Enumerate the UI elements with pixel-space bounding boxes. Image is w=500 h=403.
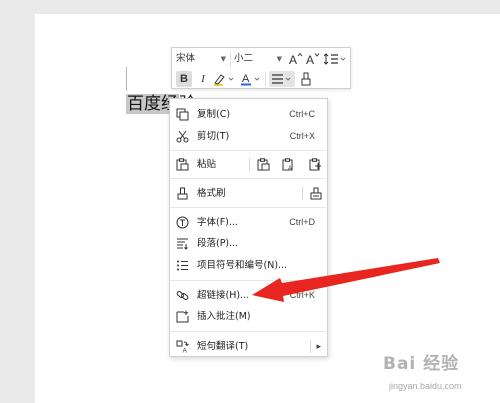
menu-divider — [171, 331, 326, 332]
menu-label: 格式刷 — [197, 188, 226, 199]
menu-label: 插入批注(M) — [197, 311, 251, 322]
text-cursor-line — [126, 67, 127, 91]
watermark-url: jingyan.baidu.com — [389, 381, 462, 391]
highlighter-icon — [214, 74, 234, 86]
bold-button[interactable]: B — [176, 71, 192, 87]
menu-item-paragraph[interactable]: 段落(P)... — [170, 234, 327, 253]
menu-shortcut: Ctrl+D — [289, 217, 315, 227]
chevron-down-icon: ▼ — [276, 55, 282, 63]
svg-text:A: A — [306, 53, 314, 67]
menu-vertical-separator — [249, 158, 250, 171]
menu-shortcut: Ctrl+K — [289, 290, 315, 300]
menu-item-bullets[interactable]: 项目符号和编号(N)... — [170, 256, 327, 275]
format-painter-toolbar-button[interactable] — [299, 71, 315, 87]
menu-label: 剪切(T) — [197, 131, 230, 142]
chevron-down-icon: ▼ — [220, 55, 226, 63]
format-painter-icon — [301, 72, 311, 86]
increase-font-icon: A — [289, 52, 303, 67]
paste-special-icon[interactable] — [309, 158, 322, 171]
link-icon — [176, 291, 189, 300]
font-name-select[interactable]: 宋体 ▼ — [176, 51, 228, 67]
increase-font-size-button[interactable]: A — [288, 51, 303, 67]
menu-item-format-painter[interactable]: 格式刷 — [170, 184, 327, 203]
toolbar-divider — [265, 72, 266, 86]
svg-text:A: A — [289, 53, 297, 67]
copy-icon — [176, 108, 189, 121]
paragraph-icon — [177, 238, 188, 250]
highlight-button[interactable] — [212, 71, 238, 87]
menu-label: 项目符号和编号(N)... — [197, 260, 288, 271]
align-justify-icon — [272, 74, 291, 84]
svg-text:A: A — [183, 348, 188, 354]
font-color-button[interactable]: A — [240, 71, 264, 87]
menu-label: 复制(C) — [197, 109, 231, 120]
menu-shortcut: Ctrl+C — [289, 109, 315, 119]
font-name-value: 宋体 — [176, 53, 196, 64]
menu-item-cut[interactable]: 剪切(T) Ctrl+X — [170, 127, 327, 146]
menu-divider — [171, 207, 326, 208]
menu-label: 超链接(H)... — [197, 290, 250, 301]
format-painter-icon — [177, 187, 188, 200]
menu-divider — [171, 178, 326, 179]
line-spacing-icon — [323, 53, 346, 65]
menu-vertical-separator — [302, 187, 303, 200]
menu-vertical-separator — [310, 340, 311, 353]
italic-button[interactable]: I — [196, 71, 210, 87]
scissors-icon — [176, 130, 189, 143]
watermark-brand: Bai 经验 — [383, 354, 460, 374]
toolbar-row-1: 宋体 ▼ 小二 ▼ A A — [172, 49, 350, 69]
menu-item-translate[interactable]: A 短句翻译(T) ▸ — [170, 337, 327, 356]
menu-divider — [171, 280, 326, 281]
menu-label: 粘贴 — [197, 159, 217, 170]
comment-icon — [176, 310, 189, 323]
menu-label: 字体(F)... — [197, 217, 238, 228]
font-color-icon: A — [241, 73, 260, 86]
svg-text:A: A — [242, 73, 250, 85]
decrease-font-size-button[interactable]: A — [305, 51, 320, 67]
brush-style-icon[interactable] — [309, 187, 322, 200]
menu-label: 短句翻译(T) — [197, 341, 249, 352]
font-size-value: 小二 — [234, 53, 254, 64]
toolbar-row-2: B I A — [172, 69, 350, 89]
decrease-font-icon: A — [306, 53, 320, 67]
menu-item-hyperlink[interactable]: 超链接(H)... Ctrl+K — [170, 286, 327, 305]
menu-label: 段落(P)... — [197, 238, 239, 249]
line-spacing-button[interactable] — [323, 51, 347, 67]
mini-toolbar: 宋体 ▼ 小二 ▼ A A B I A — [171, 47, 351, 89]
chevron-right-icon: ▸ — [316, 341, 321, 351]
menu-item-copy[interactable]: 复制(C) Ctrl+C — [170, 105, 327, 124]
paste-text-only-icon[interactable]: A — [282, 158, 295, 171]
paste-keep-format-icon[interactable] — [257, 158, 270, 171]
context-menu: 复制(C) Ctrl+C 剪切(T) Ctrl+X 粘贴 A 格式刷 字体(F)… — [169, 98, 328, 357]
bullet-list-icon — [177, 260, 188, 271]
font-circle-icon — [176, 216, 189, 229]
baidu-watermark: Bai 经验 jingyan.baidu.com — [383, 347, 495, 399]
align-button[interactable] — [269, 71, 295, 87]
svg-text:A: A — [288, 166, 292, 171]
font-size-select[interactable]: 小二 ▼ — [230, 51, 284, 67]
menu-item-insert-comment[interactable]: 插入批注(M) — [170, 307, 327, 326]
menu-divider — [171, 150, 326, 151]
menu-item-font[interactable]: 字体(F)... Ctrl+D — [170, 213, 327, 232]
menu-shortcut: Ctrl+X — [289, 131, 315, 141]
paste-icon — [176, 158, 189, 171]
translate-icon: A — [176, 340, 189, 353]
